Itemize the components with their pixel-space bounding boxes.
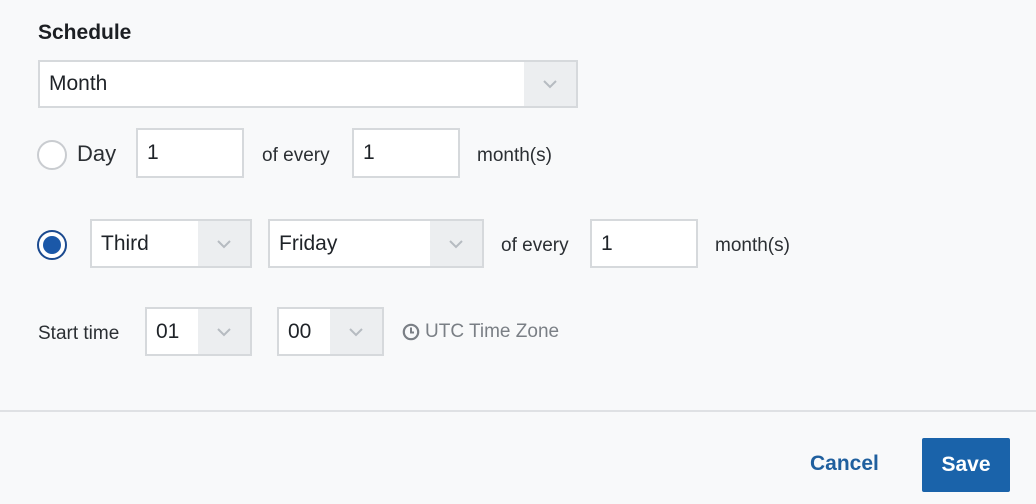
ordinal-select-value: Third (101, 231, 149, 255)
timezone-note: UTC Time Zone (402, 321, 559, 343)
weekday-select-value: Friday (279, 231, 338, 255)
timezone-label: UTC Time Zone (425, 321, 560, 342)
ordinal-select[interactable]: Third (90, 219, 252, 268)
day-of-every-label: of every (262, 145, 330, 166)
chevron-down-icon (198, 221, 250, 266)
chevron-down-icon (430, 221, 482, 266)
weekday-interval-input[interactable]: 1 (590, 219, 698, 268)
day-unit-label: month(s) (477, 145, 552, 166)
clock-icon (402, 323, 420, 341)
radio-selected-dot (43, 236, 61, 254)
hour-select[interactable]: 01 (145, 307, 252, 356)
frequency-select[interactable]: Month (38, 60, 578, 108)
day-of-month-input[interactable]: 1 (136, 128, 244, 178)
weekday-of-every-label: of every (501, 235, 569, 256)
minute-select[interactable]: 00 (277, 307, 384, 356)
chevron-down-icon (330, 309, 382, 354)
weekday-select[interactable]: Friday (268, 219, 484, 268)
minute-select-value: 00 (288, 319, 312, 343)
frequency-select-value: Month (49, 72, 108, 95)
hour-select-value: 01 (156, 319, 180, 343)
day-option-radio[interactable] (37, 140, 67, 170)
day-interval-input[interactable]: 1 (352, 128, 460, 178)
cancel-button[interactable]: Cancel (810, 452, 879, 476)
chevron-down-icon (198, 309, 250, 354)
day-option-label: Day (77, 141, 117, 166)
footer-divider (0, 410, 1036, 412)
weekday-option-radio[interactable] (37, 230, 67, 260)
start-time-label: Start time (38, 323, 120, 344)
schedule-heading: Schedule (38, 21, 132, 44)
weekday-unit-label: month(s) (715, 235, 790, 256)
chevron-down-icon (524, 62, 576, 106)
save-button[interactable]: Save (922, 438, 1010, 492)
